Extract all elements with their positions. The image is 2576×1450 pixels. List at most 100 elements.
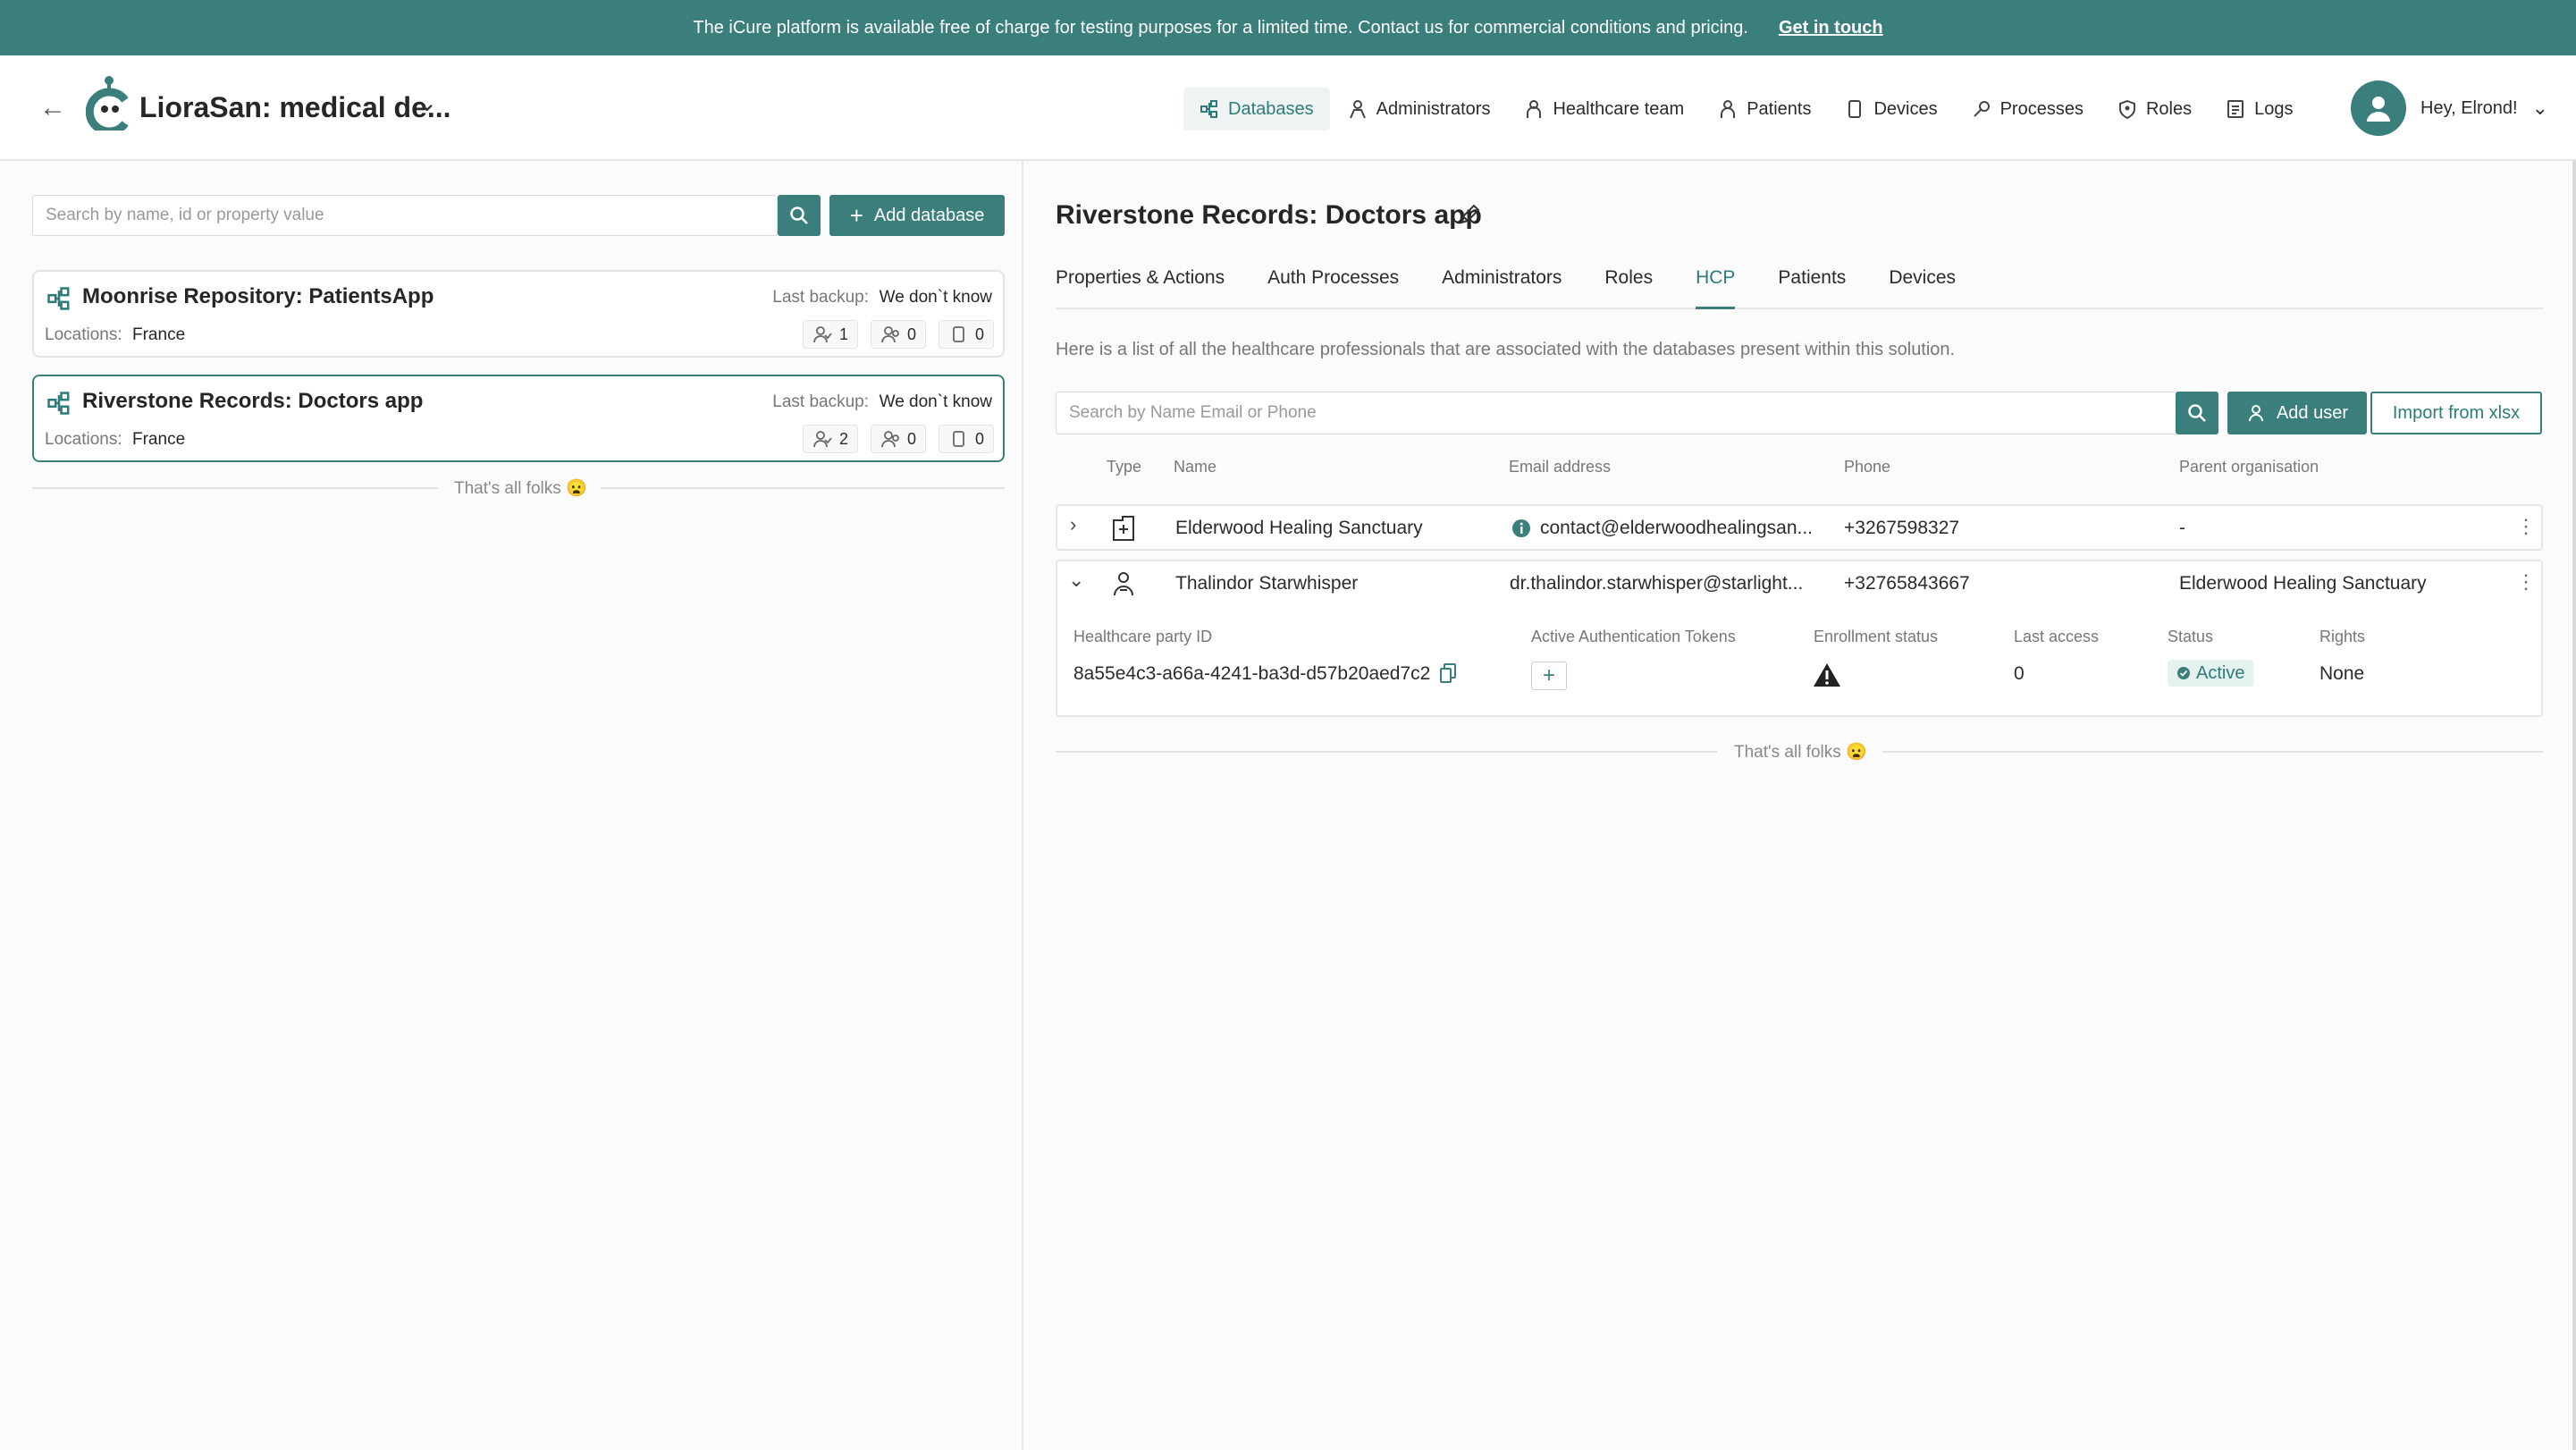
info-icon[interactable] bbox=[1511, 518, 1531, 538]
nav-roles[interactable]: Roles bbox=[2101, 88, 2208, 131]
add-token-button[interactable]: + bbox=[1531, 662, 1567, 690]
nav-label: Processes bbox=[1999, 98, 2084, 119]
back-arrow-icon[interactable]: ← bbox=[39, 93, 70, 123]
plus-icon: + bbox=[1542, 663, 1555, 687]
organisation-icon bbox=[1113, 516, 1134, 541]
enrollment-label: Enrollment status bbox=[1814, 628, 1939, 645]
nav-label: Roles bbox=[2145, 98, 2193, 119]
table-row[interactable]: ⌄ Thalindor Starwhisper dr.thalindor.sta… bbox=[1056, 560, 2543, 717]
rights-label: Rights bbox=[2319, 628, 2366, 645]
row-email: contact@elderwoodhealingsan... bbox=[1540, 518, 1814, 538]
import-label: Import from xlsx bbox=[2392, 402, 2521, 423]
app-logo-icon bbox=[86, 76, 129, 131]
divider bbox=[1882, 751, 2543, 753]
app-title[interactable]: LioraSan: medical de... bbox=[139, 91, 451, 124]
nav-healthcare-team[interactable]: Healthcare team bbox=[1508, 88, 1700, 131]
end-of-list-text: That's all folks 😦 bbox=[454, 479, 587, 498]
nav-databases[interactable]: Databases bbox=[1183, 88, 1330, 131]
tab-hcp[interactable]: HCP bbox=[1696, 265, 1736, 309]
row-parent: - bbox=[2179, 518, 2185, 538]
column-header-name: Name bbox=[1174, 458, 1217, 476]
patient-icon bbox=[881, 431, 899, 448]
database-card[interactable]: Riverstone Records: Doctors app Last bac… bbox=[32, 375, 1005, 462]
hcp-counter: 1 bbox=[802, 320, 858, 349]
database-card[interactable]: Moonrise Repository: PatientsApp Last ba… bbox=[32, 270, 1005, 358]
status-value: Active bbox=[2196, 662, 2245, 683]
add-user-icon bbox=[2248, 405, 2263, 422]
column-header-parent: Parent organisation bbox=[2179, 458, 2319, 476]
nav-label: Databases bbox=[1228, 98, 1314, 119]
tab-patients[interactable]: Patients bbox=[1778, 265, 1846, 309]
nav-administrators[interactable]: Administrators bbox=[1332, 88, 1507, 131]
logs-icon bbox=[2227, 100, 2244, 118]
patient-count: 0 bbox=[906, 429, 916, 448]
tab-properties-actions[interactable]: Properties & Actions bbox=[1056, 265, 1225, 309]
chevron-down-icon[interactable]: ⌄ bbox=[2532, 97, 2548, 120]
hcp-search-button[interactable] bbox=[2176, 392, 2218, 434]
avatar[interactable] bbox=[2351, 80, 2406, 136]
copy-icon[interactable] bbox=[1440, 663, 1456, 683]
hcp-search-input[interactable]: Search by Name Email or Phone bbox=[1056, 392, 2176, 434]
nav-label: Healthcare team bbox=[1553, 98, 1685, 119]
tab-devices[interactable]: Devices bbox=[1889, 265, 1956, 309]
nav-label: Administrators bbox=[1376, 98, 1491, 119]
healthcare-team-icon bbox=[1527, 100, 1542, 118]
patient-count: 0 bbox=[906, 325, 916, 343]
nav-logs[interactable]: Logs bbox=[2210, 88, 2309, 131]
database-name: Moonrise Repository: PatientsApp bbox=[82, 284, 434, 308]
status-badge: Active bbox=[2168, 660, 2254, 687]
warning-icon bbox=[1814, 663, 1840, 687]
get-in-touch-link[interactable]: Get in touch bbox=[1779, 18, 1883, 38]
rights-value: None bbox=[2319, 663, 2365, 684]
device-count: 0 bbox=[974, 325, 984, 343]
scrollbar[interactable] bbox=[2572, 161, 2576, 1450]
import-xlsx-button[interactable]: Import from xlsx bbox=[2370, 392, 2542, 434]
backup-value: We don`t know bbox=[879, 288, 992, 307]
healthcare-team-icon bbox=[813, 326, 832, 343]
tab-administrators[interactable]: Administrators bbox=[1442, 265, 1562, 309]
table-row[interactable]: › Elderwood Healing Sanctuary contact@el… bbox=[1056, 504, 2543, 551]
administrator-icon bbox=[1349, 100, 1366, 119]
nav-processes[interactable]: Processes bbox=[1956, 88, 2100, 131]
add-database-button[interactable]: + Add database bbox=[829, 195, 1005, 236]
banner-message: The iCure platform is available free of … bbox=[693, 17, 1748, 38]
databases-icon bbox=[47, 287, 70, 310]
patient-counter: 0 bbox=[870, 320, 926, 349]
patient-icon bbox=[1721, 100, 1736, 118]
search-icon bbox=[2188, 404, 2206, 422]
tab-roles[interactable]: Roles bbox=[1604, 265, 1653, 309]
healthcare-team-icon bbox=[813, 431, 832, 448]
add-user-button[interactable]: Add user bbox=[2227, 392, 2367, 434]
row-name: Thalindor Starwhisper bbox=[1175, 573, 1359, 594]
user-menu[interactable]: Hey, Elrond! ⌄ bbox=[2351, 80, 2548, 136]
panel-divider bbox=[1022, 161, 1023, 1450]
database-search-input[interactable]: Search by name, id or property value bbox=[32, 195, 778, 236]
divider bbox=[32, 487, 438, 489]
end-of-list-text: That's all folks 😦 bbox=[1734, 743, 1867, 762]
add-database-label: Add database bbox=[873, 205, 985, 225]
patient-counter: 0 bbox=[870, 425, 926, 453]
status-label: Status bbox=[2168, 628, 2214, 645]
divider bbox=[601, 487, 1005, 489]
device-icon bbox=[953, 326, 964, 342]
nav-label: Patients bbox=[1747, 98, 1812, 119]
main-nav: Databases Administrators Healthcare team… bbox=[1183, 88, 2309, 131]
more-options-icon[interactable]: ⋮ bbox=[2516, 570, 2536, 594]
row-parent: Elderwood Healing Sanctuary bbox=[2179, 573, 2427, 594]
device-counter: 0 bbox=[938, 320, 994, 349]
person-icon bbox=[1114, 572, 1133, 596]
more-options-icon[interactable]: ⋮ bbox=[2516, 515, 2536, 538]
pencil-icon[interactable] bbox=[1457, 202, 1482, 227]
chevron-down-icon[interactable]: ⌄ bbox=[1068, 569, 1084, 592]
plus-icon: + bbox=[849, 201, 863, 229]
chevron-right-icon[interactable]: › bbox=[1070, 513, 1076, 536]
tab-auth-processes[interactable]: Auth Processes bbox=[1267, 265, 1399, 309]
column-header-phone: Phone bbox=[1844, 458, 1891, 476]
device-icon bbox=[1848, 100, 1862, 118]
nav-patients[interactable]: Patients bbox=[1702, 88, 1827, 131]
row-email: dr.thalindor.starwhisper@starlight... bbox=[1510, 573, 1804, 594]
nav-devices[interactable]: Devices bbox=[1829, 88, 1953, 131]
search-icon bbox=[790, 207, 808, 224]
chevron-down-icon[interactable]: ⌄ bbox=[417, 88, 437, 117]
database-search-button[interactable] bbox=[778, 195, 821, 236]
